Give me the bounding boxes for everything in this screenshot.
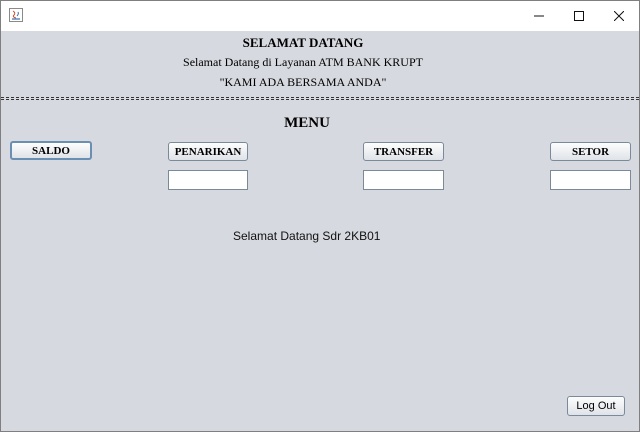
maximize-button[interactable] (559, 1, 599, 31)
saldo-button[interactable]: SALDO (10, 141, 92, 160)
menu-title: MENU (284, 115, 330, 131)
welcome-subtitle: Selamat Datang di Layanan ATM BANK KRUPT (183, 55, 423, 69)
main-panel: SELAMAT DATANG Selamat Datang di Layanan… (1, 31, 639, 431)
welcome-title: SELAMAT DATANG (242, 35, 364, 50)
penarikan-button[interactable]: PENARIKAN (168, 142, 248, 161)
close-icon (614, 11, 624, 21)
java-app-icon (9, 8, 23, 22)
maximize-icon (574, 11, 584, 21)
slogan: "KAMI ADA BERSAMA ANDA" (219, 75, 387, 89)
penarikan-amount-field[interactable] (168, 170, 248, 190)
app-window: SELAMAT DATANG Selamat Datang di Layanan… (0, 0, 640, 432)
logout-button[interactable]: Log Out (567, 396, 625, 416)
setor-amount-field[interactable] (550, 170, 631, 190)
close-button[interactable] (599, 1, 639, 31)
minimize-icon (534, 15, 544, 17)
setor-button[interactable]: SETOR (550, 142, 631, 161)
transfer-amount-field[interactable] (363, 170, 444, 190)
minimize-button[interactable] (519, 1, 559, 31)
welcome-message: Selamat Datang Sdr 2KB01 (233, 229, 381, 243)
title-bar (1, 1, 639, 31)
divider-line-2 (1, 99, 639, 100)
divider-line (1, 97, 639, 98)
transfer-button[interactable]: TRANSFER (363, 142, 444, 161)
